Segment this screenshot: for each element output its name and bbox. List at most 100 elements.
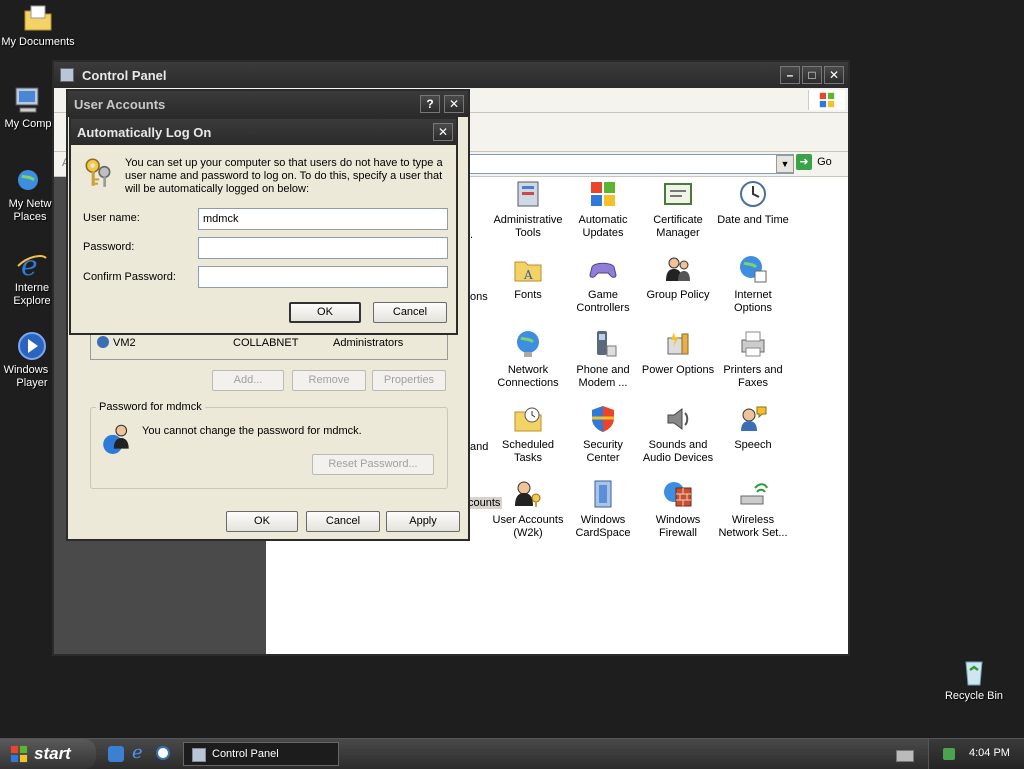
user-icon — [97, 336, 109, 348]
cancel-button[interactable]: Cancel — [373, 302, 447, 323]
go-arrow-icon: ➜ — [796, 154, 812, 170]
network-icon — [517, 331, 539, 357]
desktop-icon-my-documents[interactable]: My Documents — [0, 2, 78, 49]
dialog-title: Automatically Log On — [77, 124, 212, 140]
cp-item-label: Game Controllers — [576, 289, 630, 314]
start-label: start — [34, 744, 71, 763]
windows-flag-icon — [10, 745, 28, 763]
cp-item[interactable]: Power Options — [639, 328, 717, 377]
confirm-password-field[interactable] — [198, 266, 448, 288]
cp-item[interactable]: Wireless Network Set... — [714, 478, 792, 540]
cp-item[interactable]: Certificate Manager — [639, 178, 717, 240]
reset-password-button[interactable]: Reset Password... — [312, 454, 434, 475]
user-domain-cell: COLLABNET — [233, 337, 299, 349]
recycle-bin-icon — [965, 661, 983, 686]
cp-item-label: Date and Time — [717, 214, 789, 226]
keyboard-tray-icon[interactable] — [896, 750, 914, 762]
printer-icon — [741, 331, 765, 357]
cancel-button[interactable]: Cancel — [306, 511, 380, 532]
user-accounts-titlebar[interactable]: User Accounts — [68, 91, 468, 117]
cp-item[interactable]: Network Connections — [489, 328, 567, 390]
shield-icon — [592, 406, 614, 432]
taskbar-item-control-panel[interactable]: Control Panel — [183, 742, 339, 766]
taskbar: start e Control Panel 4:04 PM — [0, 738, 1024, 769]
cp-item[interactable]: User Accounts (W2k) — [489, 478, 567, 540]
cp-item[interactable]: Sounds and Audio Devices — [639, 403, 717, 465]
cp-item-label: Speech — [734, 439, 772, 451]
help-button[interactable]: ? — [420, 95, 440, 113]
close-button[interactable]: ✕ — [444, 95, 464, 113]
cp-item-label: Automatic Updates — [578, 214, 628, 239]
cp-item[interactable]: Windows CardSpace — [564, 478, 642, 540]
svg-text:A: A — [523, 268, 533, 282]
cp-item[interactable]: Scheduled Tasks — [489, 403, 567, 465]
control-panel-task-icon — [192, 748, 206, 762]
cp-item[interactable]: Automatic Updates — [564, 178, 642, 240]
quicklaunch-media-player-icon[interactable] — [156, 746, 170, 760]
network-tray-icon[interactable] — [943, 748, 955, 760]
cp-item[interactable]: Speech — [714, 403, 792, 452]
power-icon — [667, 332, 689, 355]
system-tray: 4:04 PM — [928, 739, 1024, 769]
username-field[interactable]: mdmck — [198, 208, 448, 230]
quicklaunch-ie-icon[interactable]: e — [132, 744, 150, 762]
media-player-icon — [18, 332, 46, 360]
remove-user-button[interactable]: Remove — [292, 370, 366, 391]
go-button[interactable]: ➜ Go — [796, 154, 844, 174]
cp-item[interactable]: Security Center — [564, 403, 642, 465]
internet-explorer-icon: e — [17, 249, 47, 280]
computer-icon — [15, 87, 39, 113]
auto-logon-titlebar[interactable]: Automatically Log On — [71, 119, 456, 145]
cp-item-label: Power Options — [641, 364, 715, 376]
admin-tools-icon — [517, 181, 539, 207]
cardspace-icon — [594, 480, 612, 508]
cp-item-label: Scheduled Tasks — [502, 439, 554, 464]
desktop-icon-recycle-bin[interactable]: Recycle Bin — [934, 656, 1014, 703]
cp-item[interactable]: Date and Time — [714, 178, 792, 227]
window-title: Control Panel — [82, 67, 167, 83]
taskbar-item-label: Control Panel — [212, 748, 279, 760]
cp-item[interactable]: Game Controllers — [564, 253, 642, 315]
fonts-folder-icon: A — [514, 261, 542, 282]
scheduled-tasks-icon — [514, 407, 542, 432]
user-group-cell: Administrators — [333, 337, 404, 349]
control-panel-window-icon — [60, 68, 74, 82]
automatic-updates-icon — [591, 182, 615, 206]
ok-button[interactable]: OK — [226, 511, 298, 532]
password-field[interactable] — [198, 237, 448, 259]
certificate-icon — [664, 183, 692, 205]
cp-item[interactable]: Group Policy — [639, 253, 717, 302]
cp-item-label: Security Center — [583, 439, 623, 464]
properties-button[interactable]: Properties — [372, 370, 446, 391]
apply-button[interactable]: Apply — [386, 511, 460, 532]
cp-item[interactable]: Internet Options — [714, 253, 792, 315]
user-accounts-icon — [515, 481, 541, 507]
control-panel-titlebar[interactable]: Control Panel — [54, 62, 848, 88]
cp-item-label: Administrative Tools — [493, 214, 563, 239]
cp-item[interactable]: Windows Firewall — [639, 478, 717, 540]
ok-button[interactable]: OK — [289, 302, 361, 323]
phone-icon — [597, 331, 617, 357]
cp-item-label: User Accounts (W2k) — [492, 514, 564, 539]
start-button[interactable]: start — [0, 739, 96, 769]
address-dropdown-button[interactable]: ▼ — [776, 155, 794, 173]
close-button[interactable]: ✕ — [433, 123, 453, 141]
password-message: You cannot change the password for mdmck… — [142, 425, 362, 437]
minimize-button[interactable]: – — [780, 66, 800, 84]
close-button[interactable]: ✕ — [824, 66, 844, 84]
peek-label: ons — [470, 291, 488, 303]
quicklaunch-desktop-icon[interactable] — [108, 746, 124, 762]
clock-icon — [740, 181, 766, 207]
desktop-icon-label: My Documents — [1, 36, 75, 48]
cp-item[interactable]: Phone and Modem ... — [564, 328, 642, 390]
cp-item[interactable]: Administrative Tools — [489, 178, 567, 240]
cp-item-label: Group Policy — [646, 289, 710, 301]
cp-item[interactable]: Printers and Faxes — [714, 328, 792, 390]
add-user-button[interactable]: Add... — [212, 370, 284, 391]
confirm-password-label: Confirm Password: — [83, 271, 176, 283]
cp-item-label: Fonts — [514, 289, 542, 301]
peek-label: . — [470, 229, 474, 241]
users-list[interactable]: VM2 COLLABNET Administrators — [90, 331, 448, 360]
maximize-button[interactable]: □ — [802, 66, 822, 84]
cp-item[interactable]: A Fonts — [489, 253, 567, 302]
